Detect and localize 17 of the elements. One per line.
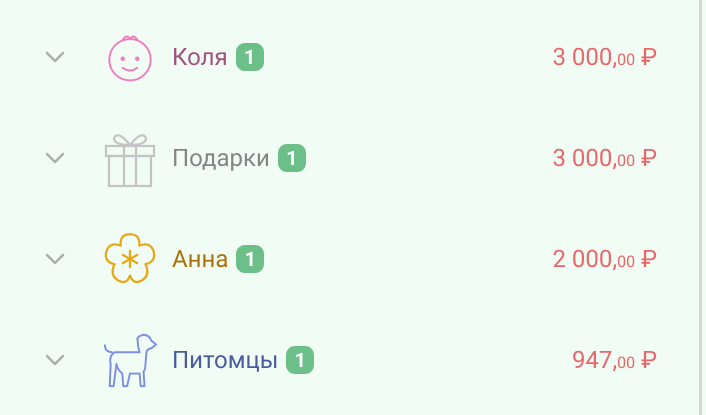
amount-text: 3 000,00 ₽ <box>552 43 657 71</box>
scrollbar[interactable] <box>699 0 702 415</box>
count-badge: 1 <box>236 43 264 71</box>
amount-text: 2 000,00 ₽ <box>552 244 657 272</box>
category-name: Анна <box>172 244 228 272</box>
category-name: Коля <box>172 43 228 71</box>
chevron-down-icon[interactable] <box>45 252 65 264</box>
count-badge: 1 <box>286 346 314 374</box>
count-badge: 1 <box>278 144 306 172</box>
amount-text: 947,00 ₽ <box>572 346 657 374</box>
chevron-down-icon[interactable] <box>45 51 65 63</box>
category-name: Подарки <box>172 144 270 172</box>
chevron-down-icon[interactable] <box>45 152 65 164</box>
chevron-down-icon[interactable] <box>45 354 65 366</box>
amount-text: 3 000,00 ₽ <box>552 144 657 172</box>
category-name: Питомцы <box>172 346 278 374</box>
count-badge: 1 <box>236 244 264 272</box>
